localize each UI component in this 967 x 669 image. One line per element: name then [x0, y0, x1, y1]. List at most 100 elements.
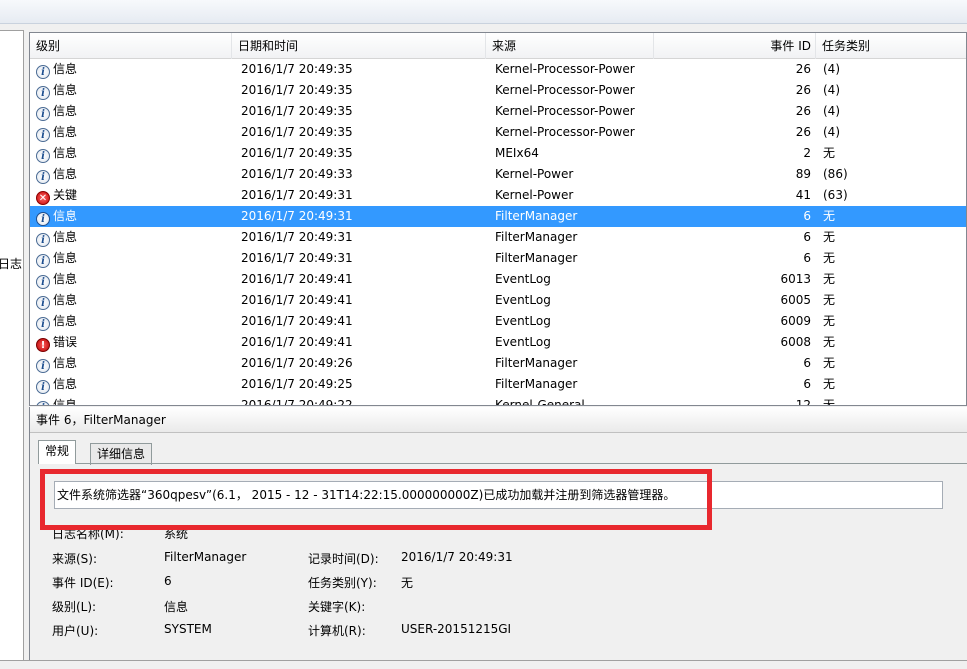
tab-details[interactable]: 详细信息 [90, 443, 153, 465]
row-event-id: 6 [803, 377, 811, 391]
table-row[interactable]: i 信息 2016/1/7 20:49:31 FilterManager 6 无 [30, 206, 966, 227]
row-level-text: 信息 [53, 293, 78, 307]
row-task: 无 [823, 251, 836, 265]
row-source: EventLog [495, 335, 551, 349]
row-level: i信息 [36, 374, 232, 395]
event-list[interactable]: 级别 日期和时间 来源 事件 ID 任务类别 i 信息 2016/1/7 20:49… [29, 32, 967, 406]
row-event-id: 6 [803, 251, 811, 265]
info-icon: i [36, 254, 50, 268]
row-source: FilterManager [495, 230, 578, 244]
row-task: (86) [823, 167, 848, 181]
table-row[interactable]: i 信息 2016/1/7 20:49:26 FilterManager 6 无 [30, 353, 966, 374]
row-level: i信息 [36, 395, 232, 406]
row-source: Kernel-Processor-Power [495, 83, 635, 97]
highlight-annotation [40, 469, 712, 530]
row-date: 2016/1/7 20:49:35 [241, 104, 353, 118]
row-level-text: 信息 [53, 230, 78, 244]
event-list-rows: i 信息 2016/1/7 20:49:35 Kernel-Processor-Pow… [30, 59, 966, 406]
info-icon: i [36, 233, 50, 247]
row-source: Kernel-General [495, 398, 585, 406]
user-value: SYSTEM [164, 622, 212, 636]
row-event-id: 12 [795, 398, 811, 406]
row-event-id: 89 [795, 167, 811, 181]
row-source: Kernel-Power [495, 188, 574, 202]
row-task: (4) [823, 62, 840, 76]
row-level: i信息 [36, 143, 232, 164]
table-row[interactable]: i 信息 2016/1/7 20:49:35 Kernel-Processor-Pow… [30, 59, 966, 80]
row-task: 无 [823, 356, 836, 370]
row-source: Kernel-Processor-Power [495, 125, 635, 139]
column-header-source[interactable]: 来源 [486, 33, 654, 59]
info-icon: i [36, 275, 50, 289]
user-label: 用户(U): [52, 624, 99, 638]
row-date: 2016/1/7 20:49:25 [241, 377, 353, 391]
row-date: 2016/1/7 20:49:41 [241, 293, 353, 307]
table-row[interactable]: i 信息 2016/1/7 20:49:25 FilterManager 6 无 [30, 374, 966, 395]
row-event-id: 6008 [780, 335, 811, 349]
row-level-text: 信息 [53, 125, 78, 139]
row-level-text: 关键 [53, 188, 78, 202]
row-task: (4) [823, 104, 840, 118]
info-icon: i [36, 149, 50, 163]
table-row[interactable]: ! 错误 2016/1/7 20:49:41 EventLog 6008 无 [30, 332, 966, 353]
column-header-date[interactable]: 日期和时间 [232, 33, 486, 59]
task-category-value: 无 [401, 576, 414, 590]
table-row[interactable]: i 信息 2016/1/7 20:49:35 Kernel-Processor-Pow… [30, 80, 966, 101]
column-header-level[interactable]: 级别 [30, 33, 232, 59]
table-row[interactable]: ✕ 关键 2016/1/7 20:49:31 Kernel-Power 41 (63) [30, 185, 966, 206]
row-source: FilterManager [495, 209, 578, 223]
column-header-event-id[interactable]: 事件 ID [654, 33, 816, 59]
keywords-label: 关键字(K): [308, 600, 366, 614]
row-level-text: 信息 [53, 251, 78, 265]
row-task: 无 [823, 293, 836, 307]
row-source: FilterManager [495, 356, 578, 370]
table-row[interactable]: i信息 2016/1/7 20:49:22 Kernel-General 12 无 [30, 395, 966, 406]
table-row[interactable]: i 信息 2016/1/7 20:49:41 EventLog 6005 无 [30, 290, 966, 311]
table-row[interactable]: i 信息 2016/1/7 20:49:41 EventLog 6013 无 [30, 269, 966, 290]
row-task: (4) [823, 125, 840, 139]
navigation-pane[interactable]: 日志 ◄ [0, 30, 24, 660]
row-task: 无 [823, 230, 836, 244]
row-level-text: 信息 [53, 209, 78, 223]
event-id-label: 事件 ID(E): [52, 576, 114, 590]
row-source: FilterManager [495, 377, 578, 391]
table-row[interactable]: i 信息 2016/1/7 20:49:31 FilterManager 6 无 [30, 227, 966, 248]
row-level: i信息 [36, 122, 232, 143]
table-row[interactable]: i 信息 2016/1/7 20:49:35 MEIx64 2 无 [30, 143, 966, 164]
column-header-task[interactable]: 任务类别 [816, 33, 966, 59]
row-level: ! 错误 [36, 332, 232, 353]
row-level: i信息 [36, 101, 232, 122]
row-task: 无 [823, 209, 836, 223]
table-row[interactable]: i 信息 2016/1/7 20:49:41 EventLog 6009 无 [30, 311, 966, 332]
info-icon: i [36, 86, 50, 100]
row-event-id: 26 [795, 125, 811, 139]
table-row[interactable]: i 信息 2016/1/7 20:49:35 Kernel-Processor-Pow… [30, 122, 966, 143]
row-event-id: 6013 [780, 272, 811, 286]
window-top-bar [0, 0, 967, 24]
table-row[interactable]: i 信息 2016/1/7 20:49:33 Kernel-Power 89 (86) [30, 164, 966, 185]
row-level: i信息 [36, 353, 232, 374]
table-row[interactable]: i 信息 2016/1/7 20:49:31 FilterManager 6 无 [30, 248, 966, 269]
row-level-text: 信息 [53, 398, 78, 406]
row-date: 2016/1/7 20:49:31 [241, 251, 353, 265]
row-level: i信息 [36, 311, 232, 332]
row-date: 2016/1/7 20:49:35 [241, 83, 353, 97]
table-row[interactable]: i 信息 2016/1/7 20:49:35 Kernel-Processor-Pow… [30, 101, 966, 122]
row-level-text: 信息 [53, 62, 78, 76]
row-task: 无 [823, 335, 836, 349]
row-level-text: 信息 [53, 272, 78, 286]
row-event-id: 26 [795, 62, 811, 76]
row-level-text: 信息 [53, 167, 78, 181]
computer-value: USER-20151215GI [401, 622, 512, 636]
source-label: 来源(S): [52, 552, 98, 566]
row-level-text: 信息 [53, 83, 78, 97]
info-icon: i [36, 65, 50, 79]
level-value: 信息 [164, 600, 189, 614]
row-source: EventLog [495, 293, 551, 307]
row-source: FilterManager [495, 251, 578, 265]
info-icon: i [36, 212, 50, 226]
row-level: i信息 [36, 248, 232, 269]
row-date: 2016/1/7 20:49:35 [241, 62, 353, 76]
row-level: i信息 [36, 164, 232, 185]
tab-general[interactable]: 常规 [38, 440, 77, 464]
